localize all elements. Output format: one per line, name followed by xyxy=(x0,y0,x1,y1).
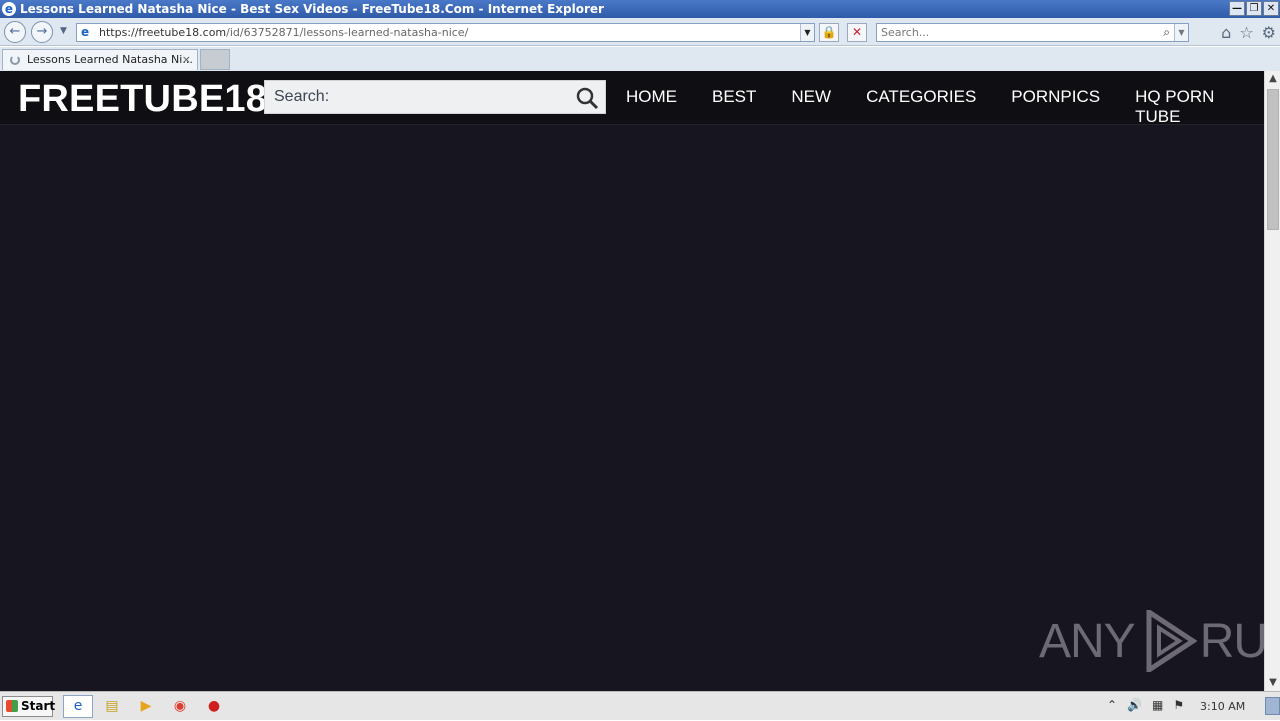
loading-icon xyxy=(10,55,20,65)
tab-title: Lessons Learned Natasha Ni... xyxy=(27,53,193,66)
show-hidden-icons-icon[interactable]: ⌃ xyxy=(1107,698,1117,712)
internet-explorer-icon[interactable]: e xyxy=(63,695,93,718)
back-icon[interactable]: ← xyxy=(4,21,26,43)
site-search-placeholder: Search: xyxy=(274,88,330,105)
close-icon[interactable]: × xyxy=(182,50,191,70)
main-navigation: HOME BEST NEW CATEGORIES PORNPICS HQ POR… xyxy=(626,87,1264,127)
play-triangle-icon xyxy=(1146,610,1197,672)
volume-icon[interactable]: 🔊 xyxy=(1127,698,1142,712)
settings-gear-icon[interactable]: ⚙ xyxy=(1262,23,1276,42)
stop-icon[interactable]: ✕ xyxy=(847,23,867,42)
site-logo[interactable]: FREETUBE18 xyxy=(18,78,267,121)
windows-taskbar: Start e ▤ ▶ ◉ ● ⌃ 🔊 ▦ ⚑ 3:10 AM xyxy=(0,691,1280,720)
maximize-button[interactable]: ❐ xyxy=(1246,1,1262,16)
system-tray: ⌃ 🔊 ▦ ⚑ 3:10 AM xyxy=(1102,692,1280,721)
watermark-run: RUN xyxy=(1199,614,1264,668)
site-header: FREETUBE18 Search: HOME BEST NEW CATEGOR… xyxy=(0,71,1264,127)
nav-best[interactable]: BEST xyxy=(712,87,756,127)
chrome-icon[interactable]: ◉ xyxy=(165,695,195,718)
nav-categories[interactable]: CATEGORIES xyxy=(866,87,976,127)
browser-search-placeholder: Search... xyxy=(881,26,930,39)
window-title: Lessons Learned Natasha Nice - Best Sex … xyxy=(20,2,604,16)
new-tab-button[interactable] xyxy=(200,49,230,70)
minimize-button[interactable]: — xyxy=(1229,1,1245,16)
start-label: Start xyxy=(21,699,56,713)
close-window-button[interactable]: ✕ xyxy=(1263,1,1279,16)
anyrun-watermark: ANY RUN xyxy=(1039,610,1264,672)
search-dropdown-icon[interactable]: ▼ xyxy=(1174,24,1188,41)
watermark-any: ANY xyxy=(1039,614,1136,668)
page-favicon-icon: e xyxy=(81,25,90,39)
address-path: /id/63752871/lessons-learned-natasha-nic… xyxy=(226,26,469,39)
nav-hq-porn-tube[interactable]: HQ PORN TUBE xyxy=(1135,87,1264,127)
site-search-input[interactable]: Search: xyxy=(264,80,606,114)
lock-icon[interactable]: 🔒 xyxy=(819,23,839,42)
start-button[interactable]: Start xyxy=(2,696,56,717)
page-scrollbar[interactable]: ▲ ▼ xyxy=(1264,71,1280,691)
address-dropdown-icon[interactable]: ▼ xyxy=(800,24,814,41)
address-domain: https://freetube18.com xyxy=(99,26,227,39)
search-icon[interactable]: ⌕ xyxy=(1163,24,1170,41)
windows-flag-icon xyxy=(6,700,18,712)
scroll-thumb[interactable] xyxy=(1267,89,1279,230)
file-explorer-icon[interactable]: ▤ xyxy=(97,695,127,718)
nav-home[interactable]: HOME xyxy=(626,87,677,127)
address-bar[interactable]: e https://freetube18.com/id/63752871/les… xyxy=(76,23,815,42)
web-page: FREETUBE18 Search: HOME BEST NEW CATEGOR… xyxy=(0,71,1264,691)
browser-tab[interactable]: Lessons Learned Natasha Ni... × xyxy=(2,49,198,70)
stop-sign-icon[interactable]: ● xyxy=(199,695,229,718)
media-player-icon[interactable]: ▶ xyxy=(131,695,161,718)
system-clock[interactable]: 3:10 AM xyxy=(1200,700,1245,713)
browser-search-input[interactable]: Search... ⌕ ▼ xyxy=(876,23,1189,42)
window-titlebar: e Lessons Learned Natasha Nice - Best Se… xyxy=(0,0,1280,18)
ie-logo-icon: e xyxy=(2,2,16,16)
tab-strip: Lessons Learned Natasha Ni... × xyxy=(0,47,1280,71)
nav-new[interactable]: NEW xyxy=(791,87,831,127)
window-controls: — ❐ ✕ xyxy=(1229,1,1279,16)
browser-tools: ⌂ ☆ ⚙ xyxy=(1221,23,1276,42)
browser-toolbar: ← → ▼ e https://freetube18.com/id/637528… xyxy=(0,18,1280,46)
tray-icons: ⌃ 🔊 ▦ ⚑ xyxy=(1107,698,1184,712)
favorites-star-icon[interactable]: ☆ xyxy=(1239,23,1253,42)
navigation-dropdown-icon[interactable]: ▼ xyxy=(60,26,67,36)
show-desktop-button[interactable] xyxy=(1265,697,1280,715)
home-icon[interactable]: ⌂ xyxy=(1221,23,1231,42)
scroll-down-icon[interactable]: ▼ xyxy=(1265,675,1280,691)
search-icon[interactable] xyxy=(575,86,599,110)
network-icon[interactable]: ▦ xyxy=(1152,698,1163,712)
forward-icon[interactable]: → xyxy=(31,21,53,43)
nav-pornpics[interactable]: PORNPICS xyxy=(1011,87,1100,127)
scroll-up-icon[interactable]: ▲ xyxy=(1265,71,1280,87)
action-center-flag-icon[interactable]: ⚑ xyxy=(1173,698,1184,712)
